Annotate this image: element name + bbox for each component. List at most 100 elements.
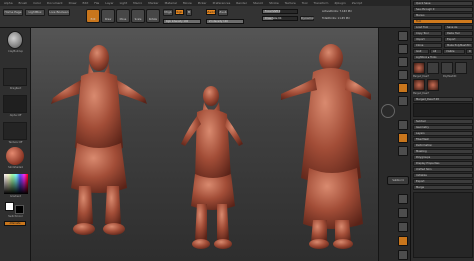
rgb-intensity-slider[interactable]: Rgb Intensity 100 — [163, 19, 201, 24]
draw-mode-button[interactable]: Draw — [101, 9, 115, 23]
menu-item-stencil[interactable]: Stencil — [253, 1, 263, 5]
menu-item-draw[interactable]: Draw — [69, 1, 77, 5]
tool-thumb-polymesh[interactable] — [441, 62, 453, 74]
subtool-preview[interactable] — [413, 103, 473, 117]
m-button[interactable]: M — [186, 9, 192, 16]
unified-skin-section[interactable]: Unified Skin — [413, 167, 473, 172]
tool-thumb-dwarf-2[interactable] — [413, 79, 425, 91]
rotate-view-button[interactable] — [398, 236, 408, 246]
actual-button[interactable] — [398, 83, 408, 93]
menu-item-stroke[interactable]: Stroke — [269, 1, 279, 5]
focal-shift-slider[interactable]: Focal Shift 0 — [262, 9, 298, 14]
rgb-button[interactable]: Rgb — [175, 9, 184, 15]
menu-item-tool[interactable]: Tool — [302, 1, 308, 5]
polygroups-section[interactable]: Polygroups — [413, 155, 473, 160]
aahalf-button[interactable] — [398, 96, 408, 106]
menus-button[interactable]: Menus — [413, 13, 473, 18]
move-mode-button[interactable]: Move — [116, 9, 130, 23]
initialize-section[interactable]: Initialize — [413, 173, 473, 178]
persp-button[interactable] — [398, 120, 408, 130]
tool-palette-header[interactable]: Tool — [413, 19, 473, 24]
main-color-swatch[interactable] — [5, 202, 14, 211]
menu-item-transform[interactable]: Transform — [314, 1, 329, 5]
menu-item-light[interactable]: Light — [120, 1, 128, 5]
clone-button[interactable]: Clone — [413, 43, 442, 48]
frame-button[interactable] — [398, 194, 408, 204]
stroke-thumbnail[interactable] — [3, 68, 27, 86]
scale-mode-button[interactable]: Scale — [131, 9, 145, 23]
menu-item-preferences[interactable]: Preferences — [213, 1, 231, 5]
dynamic-button[interactable]: Dynamic — [300, 16, 314, 21]
menu-item-alpha[interactable]: Alpha — [4, 1, 13, 5]
floor-button[interactable] — [398, 133, 408, 143]
deformation-section[interactable]: Deformation — [413, 143, 473, 148]
subtool-indicator[interactable]: Subtool 4 — [387, 176, 409, 185]
material-sphere-icon[interactable] — [6, 147, 24, 165]
menu-item-document[interactable]: Document — [47, 1, 63, 5]
merge-section[interactable]: Merge — [413, 185, 473, 190]
all-button[interactable]: All — [430, 49, 442, 54]
draw-size-slider[interactable]: Draw Size 64 — [262, 16, 298, 21]
menu-item-color[interactable]: Color — [33, 1, 41, 5]
menu-item-zplugin[interactable]: Zplugin — [334, 1, 345, 5]
geometry-section[interactable]: Geometry — [413, 125, 473, 130]
display-properties-section[interactable]: Display Properties — [413, 161, 473, 166]
canvas-viewport[interactable] — [31, 28, 378, 261]
texture-thumbnail[interactable] — [3, 122, 27, 140]
fibermesh-section[interactable]: FiberMesh — [413, 137, 473, 142]
scroll-button[interactable] — [398, 57, 408, 67]
menu-item-macro[interactable]: Macro — [133, 1, 142, 5]
menu-item-marker[interactable]: Marker — [148, 1, 158, 5]
subtool-section[interactable]: Subtool — [413, 119, 473, 124]
menu-item-material[interactable]: Material — [165, 1, 177, 5]
alternate-button[interactable]: Alternate — [4, 221, 26, 226]
edit-mode-button[interactable]: Edit — [86, 9, 100, 23]
visible-button[interactable]: Visible — [443, 49, 465, 54]
menu-item-movie[interactable]: Movie — [183, 1, 192, 5]
menu-item-texture[interactable]: Texture — [285, 1, 296, 5]
tool-thumb-simplebrush[interactable] — [455, 62, 467, 74]
switch-color-label[interactable]: SwitchColor — [0, 215, 31, 218]
rotate-mode-button[interactable]: Rotate — [146, 9, 160, 23]
tool-thumb-cylinder[interactable] — [427, 62, 439, 74]
brush-thumbnail[interactable] — [7, 31, 23, 49]
r-button[interactable]: R — [466, 49, 473, 54]
save-as-button[interactable]: Save As — [444, 25, 473, 30]
local-button[interactable] — [398, 146, 408, 156]
bpr-button[interactable] — [398, 31, 408, 41]
menu-item-picker[interactable]: Picker — [198, 1, 207, 5]
scale-view-button[interactable] — [398, 222, 408, 232]
menu-item-render[interactable]: Render — [236, 1, 247, 5]
goz-button[interactable]: GoZ — [413, 49, 429, 54]
z-intensity-slider[interactable]: Z Intensity 100 — [206, 19, 244, 24]
zsub-button[interactable]: Zsub — [218, 9, 228, 16]
menu-item-file[interactable]: File — [94, 1, 99, 5]
quick-save-button[interactable]: Quick Save — [413, 1, 473, 6]
secondary-color-swatch[interactable] — [15, 205, 24, 214]
live-boolean-button[interactable]: Live Boolean — [48, 9, 70, 16]
export-button[interactable]: Export — [444, 37, 473, 42]
tool-thumb-dwarf-3[interactable] — [427, 79, 439, 91]
load-tool-button[interactable]: Load Tool — [413, 25, 442, 30]
mrgb-button[interactable]: Mrgb — [163, 9, 173, 16]
import-button[interactable]: Import — [413, 37, 442, 42]
polyf-button[interactable] — [398, 250, 408, 260]
export-section[interactable]: Export — [413, 179, 473, 184]
masking-section[interactable]: Masking — [413, 149, 473, 154]
menu-item-layer[interactable]: Layer — [105, 1, 113, 5]
make-polymesh-button[interactable]: Make PolyMesh3D — [444, 43, 473, 48]
move-view-button[interactable] — [398, 208, 408, 218]
layers-section[interactable]: Layers — [413, 131, 473, 136]
tool-thumb-dwarf[interactable] — [413, 62, 425, 74]
menu-item-zscript[interactable]: Zscript — [352, 1, 362, 5]
home-page-button[interactable]: Home Page — [3, 9, 23, 16]
alpha-thumbnail[interactable] — [3, 95, 27, 113]
see-through-slider[interactable]: See-through 0 — [413, 7, 473, 12]
navigation-gizmo-icon[interactable] — [381, 104, 395, 118]
paste-tool-button[interactable]: Paste Tool — [444, 31, 473, 36]
lightbox-button[interactable]: LightBox — [25, 9, 45, 16]
menu-item-brush[interactable]: Brush — [19, 1, 28, 5]
zoom-button[interactable] — [398, 70, 408, 80]
spix-button[interactable] — [398, 44, 408, 54]
zadd-button[interactable]: Zadd — [206, 9, 216, 15]
